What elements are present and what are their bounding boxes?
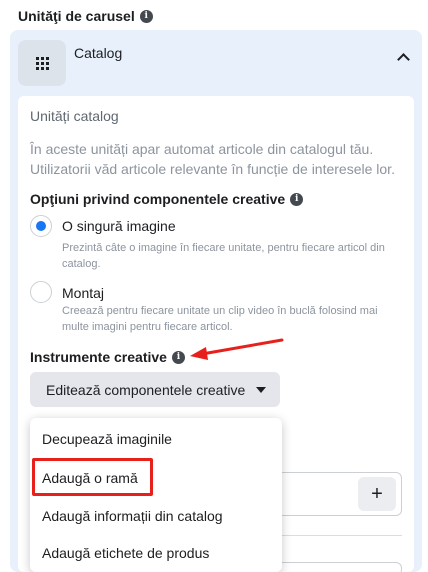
dropdown-item-add-catalog-info[interactable]: Adaugă informații din catalog: [42, 508, 223, 524]
radio-montage-help: Creează pentru fiecare unitate un clip v…: [62, 305, 378, 333]
creative-tools-title: Instrumente creative i: [30, 349, 185, 365]
creative-options-title: Opţiuni privind componentele creative i: [30, 191, 304, 207]
edit-creative-components-button[interactable]: Editează componentele creative: [30, 372, 280, 407]
info-icon[interactable]: i: [290, 192, 304, 206]
catalog-thumbnail: [18, 40, 66, 86]
caret-down-icon: [256, 387, 266, 393]
red-highlight-annotation: [32, 458, 153, 496]
radio-montage[interactable]: [30, 281, 52, 303]
radio-montage-label[interactable]: Montaj: [62, 285, 104, 301]
dropdown-item-add-product-tags[interactable]: Adaugă etichete de produs: [42, 545, 209, 561]
info-icon[interactable]: i: [171, 350, 185, 364]
grid-icon: [35, 56, 49, 70]
creative-options-title-text: Opţiuni privind componentele creative: [30, 191, 286, 207]
info-icon[interactable]: i: [139, 9, 153, 23]
background-field-2: [262, 562, 402, 572]
red-arrow-annotation: [190, 338, 284, 360]
radio-single-image-label[interactable]: O singură imagine: [62, 218, 176, 234]
plus-icon[interactable]: +: [358, 477, 396, 511]
section-title-text: Unităţi de carusel: [18, 8, 135, 24]
card-title: Unități catalog: [30, 108, 119, 124]
edit-creative-components-label: Editează componentele creative: [46, 381, 246, 398]
dropdown-item-crop-images[interactable]: Decupează imaginile: [42, 431, 172, 447]
section-title: Unităţi de carusel i: [18, 8, 153, 24]
radio-single-image-help: Prezintă câte o imagine în fiecare unita…: [62, 242, 385, 270]
catalog-title: Catalog: [74, 45, 123, 61]
radio-single-image[interactable]: [30, 215, 52, 237]
card-description: În aceste unități apar automat articole …: [30, 141, 395, 177]
creative-tools-title-text: Instrumente creative: [30, 349, 167, 365]
